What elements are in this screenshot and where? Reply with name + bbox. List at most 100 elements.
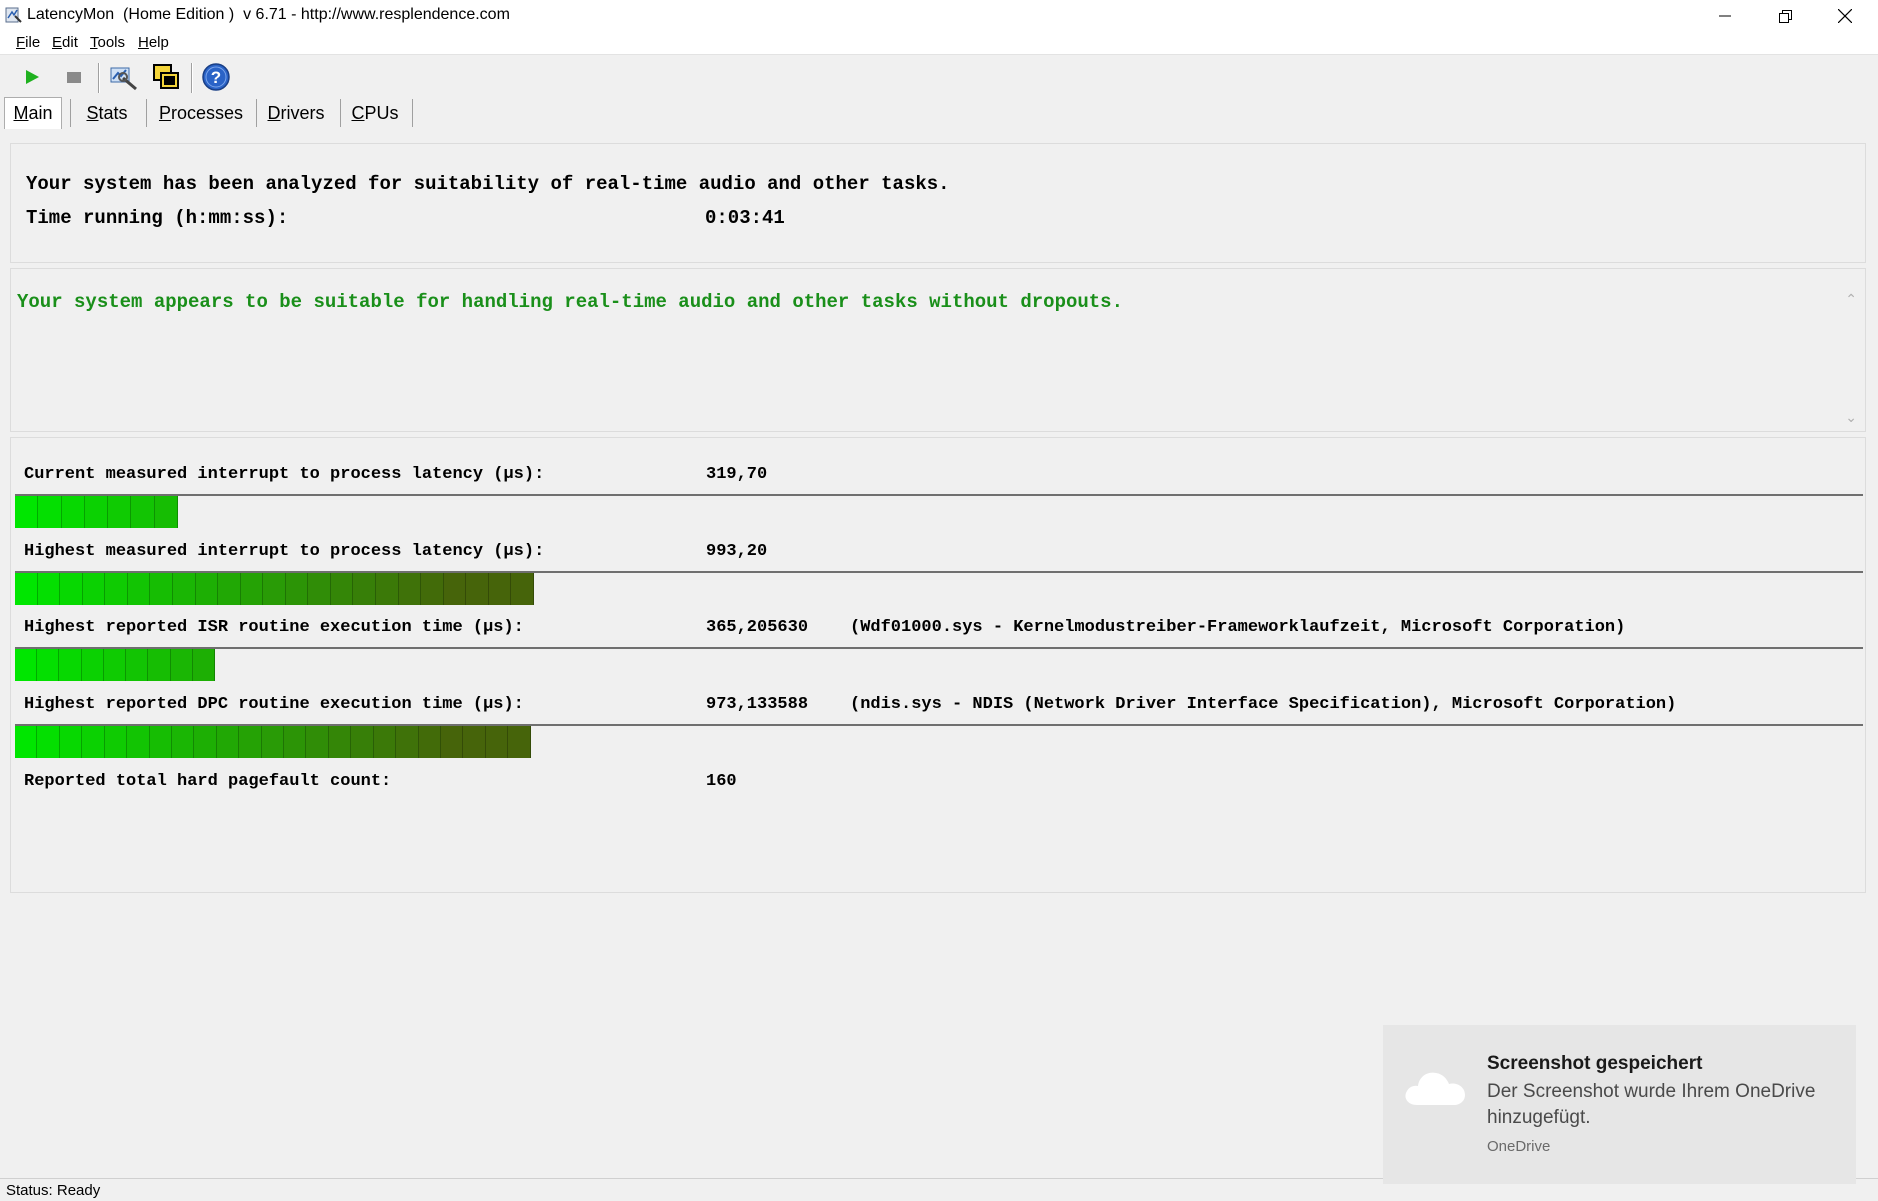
meter-segment	[172, 573, 196, 605]
meter-segment	[261, 726, 285, 758]
meter-segment	[82, 726, 105, 758]
meter-track	[15, 647, 1863, 681]
tab-stats[interactable]: Stats	[74, 97, 140, 129]
restore-button[interactable]	[1755, 0, 1815, 32]
tab-cpus[interactable]: C PUs	[344, 97, 406, 129]
meter-segment	[485, 726, 509, 758]
menu-file[interactable]: File	[16, 34, 40, 51]
meter-segment	[108, 496, 132, 528]
toast-source: OneDrive	[1487, 1138, 1551, 1155]
minimize-button[interactable]	[1695, 0, 1755, 32]
pagefault-label: Reported total hard pagefault count:	[24, 772, 392, 791]
dpc-time-value: 973,133588	[706, 695, 809, 714]
toast-notification[interactable]: Screenshot gespeichert Der Screenshot wu…	[1383, 1025, 1856, 1184]
status-text: Status: Ready	[6, 1182, 101, 1199]
toolbar-separator	[98, 63, 100, 93]
toast-title: Screenshot gespeichert	[1487, 1053, 1703, 1074]
meter-segment	[328, 726, 352, 758]
analyze-icon	[110, 67, 137, 91]
meter-segment	[421, 573, 444, 605]
isr-time-label: Highest reported ISR routine execution t…	[24, 618, 524, 637]
meter-segment	[330, 573, 354, 605]
meter-segment	[82, 573, 106, 605]
meter-segment	[441, 726, 464, 758]
isr-time-meter	[15, 647, 1863, 681]
current-latency-label: Current measured interrupt to process la…	[24, 465, 545, 484]
tab-main[interactable]: Main	[4, 97, 62, 129]
meter-segment	[353, 573, 376, 605]
meter-segment	[511, 573, 534, 605]
windows-button[interactable]	[150, 61, 182, 93]
meter-segment	[240, 573, 264, 605]
highest-latency-label: Highest measured interrupt to process la…	[24, 542, 545, 561]
app-icon	[5, 7, 22, 23]
toolbar-separator	[191, 63, 193, 93]
meter-segment	[59, 649, 82, 681]
tab-bar: Main Stats Processes Drivers C PUs	[0, 97, 1878, 131]
meter-segment	[194, 726, 217, 758]
tab-processes[interactable]: Processes	[150, 97, 252, 129]
meter-segment	[105, 573, 128, 605]
meter-segment	[488, 573, 512, 605]
window-title: LatencyMon (Home Edition ) v 6.71 - http…	[27, 6, 510, 23]
dpc-driver-detail: (ndis.sys - NDIS (Network Driver Interfa…	[850, 695, 1677, 714]
highest-latency-meter	[15, 571, 1863, 605]
tab-separator	[256, 99, 257, 127]
meter-segment	[443, 573, 467, 605]
meter-segment	[170, 649, 193, 681]
menu-tools[interactable]: Tools	[90, 34, 125, 51]
summary-panel: Your system has been analyzed for suitab…	[10, 143, 1866, 263]
tab-drivers[interactable]: Drivers	[260, 97, 332, 129]
cloud-icon	[1405, 1072, 1465, 1105]
meter-segment	[150, 573, 173, 605]
windows-icon	[153, 64, 179, 89]
stop-button[interactable]	[58, 61, 90, 93]
tab-separator	[146, 99, 147, 127]
stop-icon	[67, 72, 81, 83]
menu-bar: File Edit Tools Help	[0, 32, 1878, 55]
dpc-time-label: Highest reported DPC routine execution t…	[24, 695, 524, 714]
meter-segment	[192, 649, 215, 681]
meter-segment	[104, 726, 128, 758]
play-icon	[26, 70, 39, 84]
meter-segment	[126, 649, 149, 681]
isr-driver-detail: (Wdf01000.sys - Kernelmodustreiber-Frame…	[850, 618, 1626, 637]
close-button[interactable]	[1815, 0, 1875, 32]
meter-segment	[508, 726, 531, 758]
time-running-label: Time running (h:mm:ss):	[26, 207, 289, 229]
meter-track	[15, 494, 1863, 528]
scroll-down-icon[interactable]: ⌄	[1845, 409, 1857, 426]
help-button[interactable]: ?	[200, 61, 232, 93]
time-running-value: 0:03:41	[705, 207, 785, 229]
meter-segment	[61, 496, 85, 528]
meter-segment	[15, 726, 38, 758]
meter-segment	[218, 573, 241, 605]
svg-text:?: ?	[211, 68, 221, 87]
meter-segment	[60, 573, 83, 605]
close-icon	[1838, 9, 1852, 23]
menu-help[interactable]: Help	[138, 34, 169, 51]
meter-segment	[15, 573, 38, 605]
restore-icon	[1778, 9, 1792, 23]
verdict-scrollbar[interactable]: ⌃ ⌄	[1843, 269, 1865, 431]
meter-segment	[103, 649, 127, 681]
current-latency-value: 319,70	[706, 465, 768, 484]
meter-segment	[149, 726, 172, 758]
meter-fill	[15, 649, 215, 681]
meter-fill	[15, 496, 178, 528]
meter-segment	[398, 573, 422, 605]
meter-segment	[418, 726, 442, 758]
menu-edit[interactable]: Edit	[52, 34, 78, 51]
meter-segment	[154, 496, 178, 528]
meter-segment	[239, 726, 262, 758]
scroll-up-icon[interactable]: ⌃	[1845, 291, 1857, 308]
start-button[interactable]	[16, 61, 48, 93]
meter-fill	[15, 573, 534, 605]
meter-fill	[15, 726, 531, 758]
meter-segment	[351, 726, 374, 758]
verdict-panel: Your system appears to be suitable for h…	[10, 268, 1866, 432]
analyze-button[interactable]	[108, 61, 140, 93]
meter-segment	[37, 573, 61, 605]
meter-segment	[373, 726, 397, 758]
help-icon: ?	[202, 63, 230, 91]
